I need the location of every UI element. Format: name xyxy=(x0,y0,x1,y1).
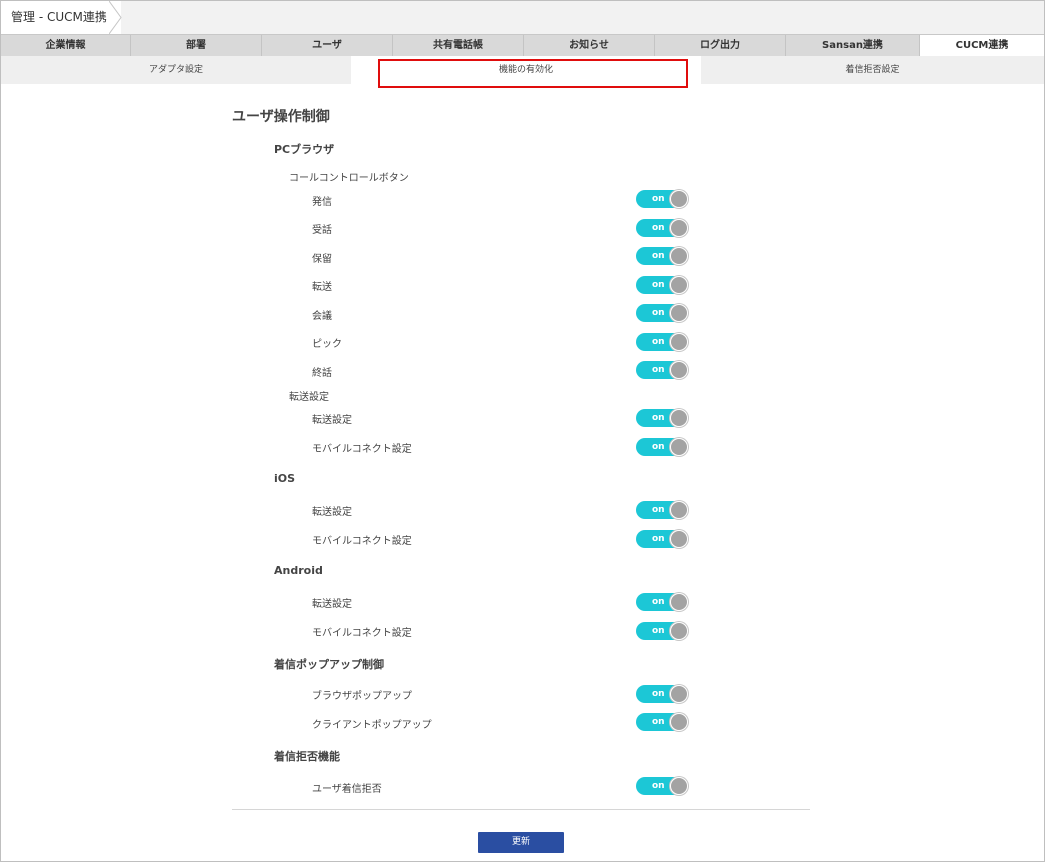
row-label-android-mobile-connect: モバイルコネクト設定 xyxy=(312,628,412,639)
row-label-ios-transfer-settings: 転送設定 xyxy=(312,507,352,518)
toggle-answer[interactable]: on xyxy=(636,219,688,237)
divider xyxy=(232,809,810,810)
row-label-hangup: 終話 xyxy=(312,368,332,379)
subgroup-title-call-control: コールコントロールボタン xyxy=(289,173,409,184)
tab-shared-phonebook[interactable]: 共有電話帳 xyxy=(393,35,524,56)
row-label-hold: 保留 xyxy=(312,254,332,265)
breadcrumb-chevron-icon xyxy=(109,1,122,34)
tab-notices[interactable]: お知らせ xyxy=(524,35,655,56)
tab-users[interactable]: ユーザ xyxy=(262,35,393,56)
row-label-answer: 受話 xyxy=(312,225,332,236)
toggle-hangup[interactable]: on xyxy=(636,361,688,379)
tab-log-output[interactable]: ログ出力 xyxy=(655,35,786,56)
row-label-browser-popup: ブラウザポップアップ xyxy=(312,691,412,702)
group-title-call-reject: 着信拒否機能 xyxy=(274,750,340,763)
tab-sansan[interactable]: Sansan連携 xyxy=(786,35,920,56)
window-frame xyxy=(0,0,1045,862)
section-title: ユーザ操作制御 xyxy=(232,109,330,125)
group-title-android: Android xyxy=(274,564,323,577)
toggle-android-mobile-connect[interactable]: on xyxy=(636,622,688,640)
row-label-pc-transfer-settings: 転送設定 xyxy=(312,415,352,426)
group-title-pc-browser: PCブラウザ xyxy=(274,143,335,156)
tab-company-info[interactable]: 企業情報 xyxy=(1,35,131,56)
tab-departments[interactable]: 部署 xyxy=(131,35,262,56)
breadcrumb-item[interactable]: 管理 - CUCM連携 xyxy=(1,1,121,34)
toggle-pickup[interactable]: on xyxy=(636,333,688,351)
row-label-dial: 発信 xyxy=(312,197,332,208)
toggle-android-transfer-settings[interactable]: on xyxy=(636,593,688,611)
toggle-transfer[interactable]: on xyxy=(636,276,688,294)
toggle-client-popup[interactable]: on xyxy=(636,713,688,731)
row-label-ios-mobile-connect: モバイルコネクト設定 xyxy=(312,536,412,547)
group-title-popup-control: 着信ポップアップ制御 xyxy=(274,658,384,671)
row-label-pc-mobile-connect: モバイルコネクト設定 xyxy=(312,444,412,455)
toggle-ios-mobile-connect[interactable]: on xyxy=(636,530,688,548)
row-label-conference: 会議 xyxy=(312,311,332,322)
row-label-client-popup: クライアントポップアップ xyxy=(312,720,432,731)
highlight-box xyxy=(378,59,688,88)
tab-cucm[interactable]: CUCM連携 xyxy=(920,35,1044,57)
toggle-user-call-reject[interactable]: on xyxy=(636,777,688,795)
toggle-hold[interactable]: on xyxy=(636,247,688,265)
breadcrumb: 管理 - CUCM連携 xyxy=(1,1,1044,34)
group-title-ios: iOS xyxy=(274,472,296,485)
row-label-transfer: 転送 xyxy=(312,282,332,293)
row-label-android-transfer-settings: 転送設定 xyxy=(312,599,352,610)
toggle-pc-transfer-settings[interactable]: on xyxy=(636,409,688,427)
toggle-pc-mobile-connect[interactable]: on xyxy=(636,438,688,456)
subtab-call-reject-settings[interactable]: 着信拒否設定 xyxy=(701,56,1044,84)
row-label-pickup: ピック xyxy=(312,339,342,350)
toggle-dial[interactable]: on xyxy=(636,190,688,208)
main-tabs: 企業情報 部署 ユーザ 共有電話帳 お知らせ ログ出力 Sansan連携 CUC… xyxy=(1,34,1044,57)
row-label-user-call-reject: ユーザ着信拒否 xyxy=(312,784,382,795)
toggle-browser-popup[interactable]: on xyxy=(636,685,688,703)
subtab-adapter-settings[interactable]: アダプタ設定 xyxy=(1,56,351,84)
update-button[interactable]: 更新 xyxy=(478,832,564,853)
toggle-conference[interactable]: on xyxy=(636,304,688,322)
toggle-ios-transfer-settings[interactable]: on xyxy=(636,501,688,519)
subgroup-title-transfer-settings: 転送設定 xyxy=(289,392,329,403)
